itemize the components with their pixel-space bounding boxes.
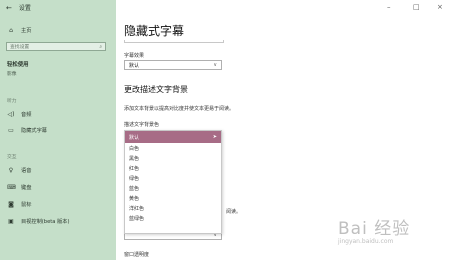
- watermark-domain: jingyan.baidu.com: [338, 238, 394, 245]
- sidebar-item-label: 语音: [21, 168, 32, 174]
- dropdown-option[interactable]: 黄色: [125, 193, 221, 203]
- sidebar: ← 设置 ⌂ 主页 查找设置 ⌕ 轻松使用 影像 听力 ◁) 音频 ▭ 隐藏式字…: [0, 0, 116, 260]
- font-effect-label: 字幕效果: [124, 53, 145, 59]
- back-arrow-icon[interactable]: ←: [6, 4, 12, 12]
- sidebar-item-speech[interactable]: ♀ 语音: [7, 167, 32, 174]
- dropdown-selected-option[interactable]: 默认 ➤: [125, 131, 221, 143]
- speaker-icon: ◁): [7, 111, 15, 118]
- mouse-icon: ◙: [8, 201, 14, 208]
- sidebar-item-keyboard[interactable]: ⌨ 键盘: [7, 184, 31, 191]
- sidebar-item-captions[interactable]: ▭ 隐藏式字幕: [7, 127, 47, 134]
- sidebar-item-label: 鼠标: [21, 202, 32, 208]
- sidebar-section-title: 轻松使用: [7, 62, 29, 68]
- dropdown-option[interactable]: 白色: [125, 143, 221, 153]
- search-field[interactable]: 查找设置 ⌕: [6, 42, 106, 51]
- sidebar-item-eye-control[interactable]: ▣ 目视控制(beta 版本): [7, 218, 70, 225]
- chevron-down-icon: ∨: [213, 62, 217, 68]
- dropdown-option[interactable]: 黑色: [125, 153, 221, 163]
- mic-icon: ♀: [8, 167, 14, 174]
- section-title: 更改描述文字背景: [124, 85, 188, 94]
- section-description: 添加文本背景以提高对比度并使文本更易于阅读。: [124, 106, 235, 112]
- sidebar-item-home[interactable]: ⌂ 主页: [7, 27, 31, 34]
- mouse-cursor-icon: ➤: [212, 134, 217, 140]
- bg-color-dropdown[interactable]: 默认 ➤ 白色 黑色 红色 绿色 蓝色 黄色 洋红色 蓝绿色: [124, 130, 222, 234]
- sidebar-item-label: 音频: [21, 112, 32, 118]
- back-nav[interactable]: ← 设置: [6, 3, 31, 13]
- search-icon[interactable]: ⌕: [99, 44, 102, 50]
- font-effect-select[interactable]: 默认 ∨: [124, 60, 222, 70]
- sidebar-group-hearing: 听力: [7, 99, 17, 104]
- settings-app-label: 设置: [18, 5, 31, 12]
- page-title: 隐藏式字幕: [124, 24, 185, 38]
- dropdown-option[interactable]: 洋红色: [125, 203, 221, 213]
- keyboard-icon: ⌨: [7, 184, 16, 191]
- sidebar-item-label: 键盘: [21, 185, 32, 191]
- eye-control-icon: ▣: [8, 218, 14, 225]
- search-input[interactable]: 查找设置: [10, 43, 29, 50]
- preview-box-edge: [124, 40, 224, 43]
- watermark: Bai 经验 jingyan.baidu.com: [338, 214, 410, 245]
- sidebar-section-sub: 影像: [7, 72, 17, 77]
- dropdown-option[interactable]: 绿色: [125, 173, 221, 183]
- sidebar-group-interaction: 交互: [7, 155, 17, 160]
- window-transparency-label: 窗口透明度: [124, 252, 150, 258]
- sidebar-item-audio[interactable]: ◁) 音频: [7, 111, 32, 118]
- font-effect-value: 默认: [129, 62, 140, 69]
- watermark-brand: Bai 经验: [338, 219, 411, 239]
- dropdown-option[interactable]: 红色: [125, 163, 221, 173]
- partial-description: 阅读。: [226, 209, 242, 215]
- selected-option-label: 默认: [129, 134, 140, 141]
- dropdown-option[interactable]: 蓝色: [125, 183, 221, 193]
- sidebar-item-label: 隐藏式字幕: [21, 128, 47, 134]
- dropdown-option[interactable]: 蓝绿色: [125, 213, 221, 223]
- captions-icon: ▭: [8, 127, 14, 134]
- sidebar-item-label: 主页: [21, 28, 32, 34]
- sidebar-item-label: 目视控制(beta 版本): [21, 219, 70, 225]
- sidebar-item-mouse[interactable]: ◙ 鼠标: [7, 201, 31, 208]
- bg-color-label: 描述文字背景色: [124, 122, 160, 128]
- home-icon: ⌂: [9, 27, 13, 34]
